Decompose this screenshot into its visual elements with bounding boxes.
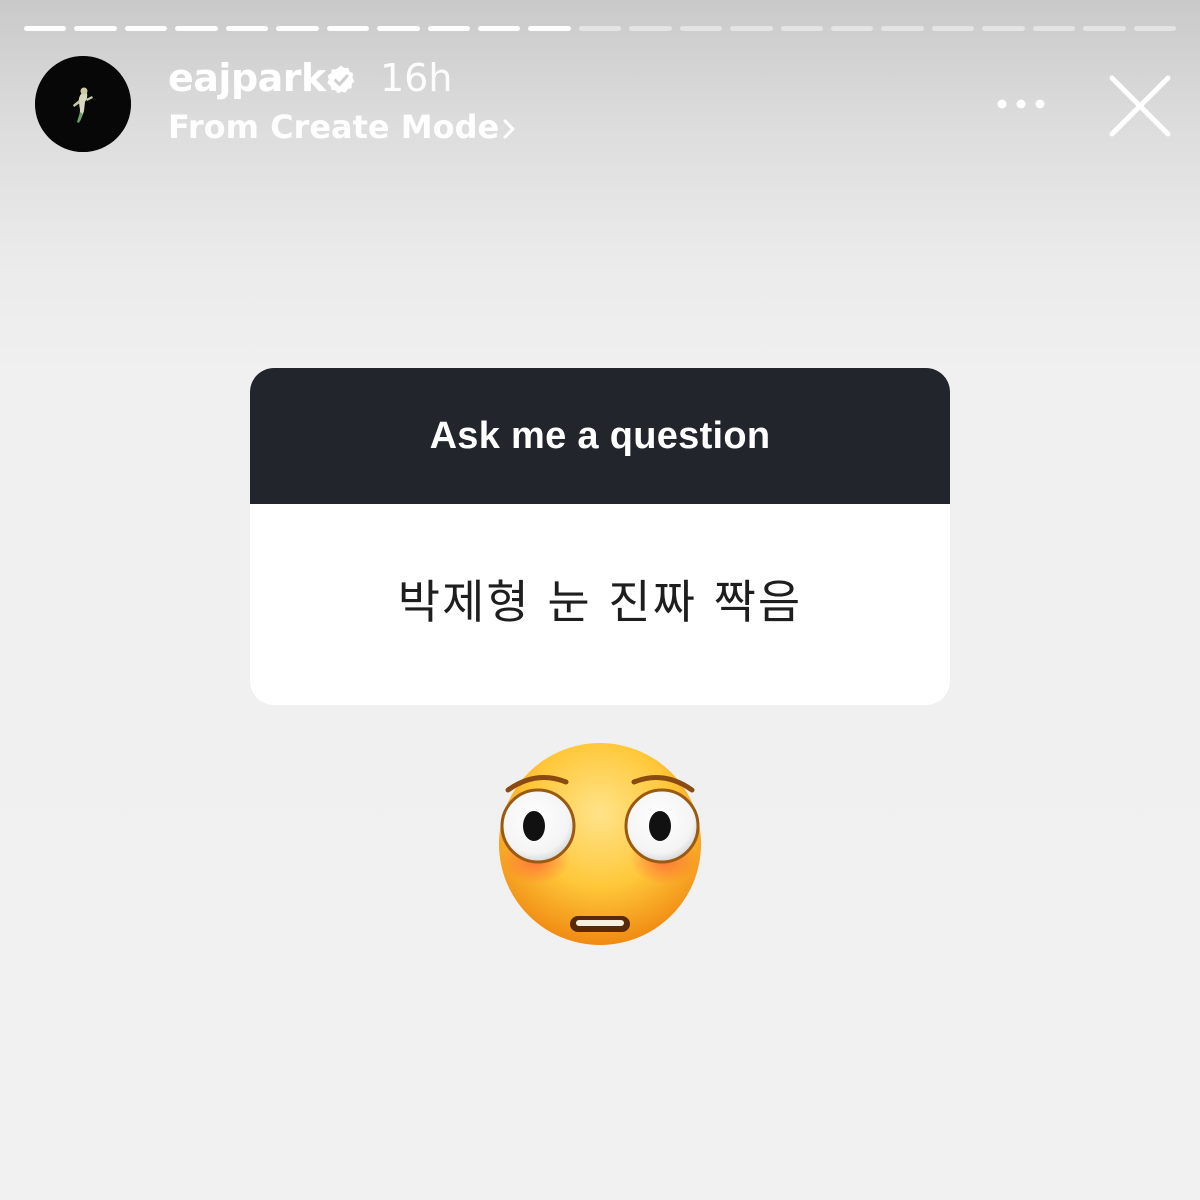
story-progress-segment bbox=[629, 26, 672, 31]
story-progress-segment bbox=[377, 26, 420, 31]
story-progress-segment bbox=[427, 26, 470, 31]
chevron-right-icon[interactable] bbox=[498, 116, 520, 142]
story-progress-segment bbox=[1032, 26, 1076, 31]
story-progress-segment bbox=[528, 26, 571, 31]
close-icon[interactable] bbox=[1104, 70, 1176, 142]
question-prompt: Ask me a question bbox=[429, 414, 771, 457]
verified-badge-icon bbox=[327, 65, 355, 94]
story-progress-segment bbox=[1133, 26, 1177, 31]
story-progress-segment bbox=[1083, 26, 1126, 31]
more-horizontal-icon[interactable] bbox=[992, 84, 1050, 124]
post-time: 16h bbox=[380, 56, 453, 100]
story-progress-segment bbox=[780, 26, 823, 31]
story-progress-segment bbox=[578, 26, 622, 31]
username[interactable]: eajpark bbox=[168, 56, 326, 100]
story-progress-bar bbox=[24, 26, 1177, 32]
story-progress-segment bbox=[175, 26, 218, 31]
story-progress-segment bbox=[881, 26, 924, 31]
profile-avatar[interactable] bbox=[35, 56, 131, 152]
story-progress-segment bbox=[931, 26, 975, 31]
story-progress-segment bbox=[730, 26, 773, 31]
avatar-figure bbox=[35, 56, 131, 152]
story-progress-segment bbox=[24, 26, 67, 31]
source-label[interactable]: From Create Mode bbox=[168, 108, 499, 146]
story-progress-segment bbox=[74, 26, 117, 31]
story-progress-segment bbox=[831, 26, 874, 31]
story-progress-segment bbox=[276, 26, 319, 31]
story-progress-segment bbox=[679, 26, 723, 31]
story-progress-segment bbox=[982, 26, 1025, 31]
flushed-face-emoji bbox=[499, 743, 701, 945]
question-sticker: Ask me a question 박제형 눈 진짜 짝음 bbox=[250, 368, 950, 705]
question-sticker-body: 박제형 눈 진짜 짝음 bbox=[250, 504, 950, 705]
story-progress-segment bbox=[124, 26, 168, 31]
story-progress-segment bbox=[477, 26, 521, 31]
question-answer-text: 박제형 눈 진짜 짝음 bbox=[397, 574, 803, 629]
story-progress-segment bbox=[326, 26, 370, 31]
question-sticker-header: Ask me a question bbox=[250, 368, 950, 504]
story-progress-segment bbox=[225, 26, 269, 31]
